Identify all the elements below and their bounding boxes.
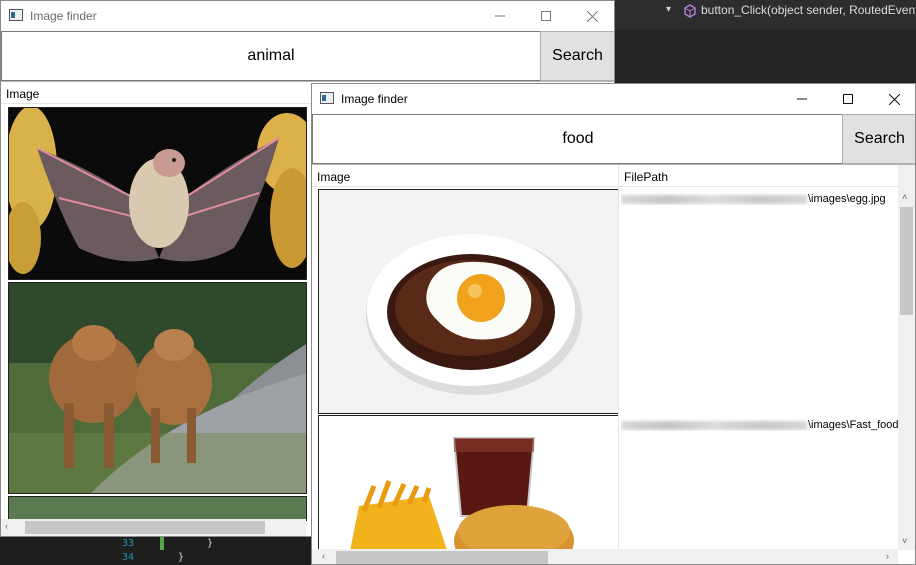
ide-code-gutter: 33 34 } }: [0, 537, 312, 565]
minimize-icon: [797, 98, 807, 100]
maximize-icon: [541, 11, 551, 21]
search-button[interactable]: Search: [842, 114, 915, 164]
minimize-icon: [495, 15, 505, 17]
scroll-up-icon[interactable]: ˄: [902, 192, 907, 202]
maximize-icon: [843, 94, 853, 104]
method-icon: [684, 4, 696, 18]
close-icon: [586, 10, 598, 22]
minimize-button[interactable]: [477, 1, 523, 31]
search-input[interactable]: animal: [1, 31, 541, 81]
vertical-scrollbar[interactable]: ˄ ˅: [898, 165, 915, 550]
search-bar: food Search: [312, 114, 915, 164]
scrollbar-thumb[interactable]: [25, 521, 265, 534]
filepath-cell[interactable]: \images\Fast_food: [621, 419, 900, 431]
search-input[interactable]: food: [312, 114, 844, 164]
window-app-icon: [320, 92, 334, 104]
window-title: Image finder: [341, 92, 408, 106]
column-header-image[interactable]: Image: [312, 165, 618, 187]
method-selector[interactable]: button_Click(object sender, RoutedEventA: [701, 3, 916, 17]
image-finder-window-food[interactable]: Image finder food Search Image FilePath: [311, 83, 916, 565]
scrollbar-thumb[interactable]: [900, 207, 913, 315]
scroll-left-icon[interactable]: ‹: [322, 551, 325, 561]
cows-photo: [9, 283, 306, 493]
search-button[interactable]: Search: [540, 31, 614, 81]
result-image-egg[interactable]: [318, 189, 619, 414]
maximize-button[interactable]: [523, 1, 569, 31]
title-bar[interactable]: Image finder: [312, 84, 915, 114]
scrollbar-thumb[interactable]: [336, 551, 548, 564]
ide-editor-area: [614, 30, 916, 82]
scroll-left-icon[interactable]: ‹: [5, 521, 8, 531]
code-line: }: [207, 538, 214, 549]
result-image-partial[interactable]: [8, 496, 307, 521]
close-button[interactable]: [871, 84, 915, 114]
horizontal-scrollbar[interactable]: ‹ ›: [312, 549, 898, 564]
code-line: }: [178, 552, 185, 563]
ide-navigation-bar: ▾ button_Click(object sender, RoutedEven…: [614, 0, 916, 30]
title-bar[interactable]: Image finder: [1, 1, 614, 31]
scroll-right-icon[interactable]: ›: [886, 551, 889, 561]
dropdown-arrow-icon[interactable]: ▾: [666, 4, 671, 15]
redacted-path-prefix: [621, 420, 807, 430]
window-app-icon: [9, 9, 23, 21]
close-icon: [888, 93, 900, 105]
bat-photo: [9, 108, 306, 279]
maximize-button[interactable]: [825, 84, 871, 114]
close-button[interactable]: [569, 1, 614, 31]
result-image-fast-food[interactable]: [318, 415, 619, 555]
filepath-text: \images\egg.jpg: [808, 193, 886, 205]
column-divider: [618, 165, 619, 550]
change-marker: [160, 537, 164, 550]
results-grid[interactable]: Image FilePath \images\egg.jpg \images\F…: [312, 164, 915, 564]
redacted-path-prefix: [621, 194, 807, 204]
egg-photo: [319, 190, 618, 413]
search-bar: animal Search: [1, 31, 614, 81]
column-header-filepath[interactable]: FilePath: [618, 165, 898, 187]
line-number: 34: [122, 552, 135, 563]
horizontal-scrollbar[interactable]: ‹: [1, 519, 306, 536]
minimize-button[interactable]: [779, 84, 825, 114]
fast-food-photo: [319, 416, 618, 554]
filepath-text: \images\Fast_food: [808, 419, 899, 431]
window-title: Image finder: [30, 9, 97, 23]
filepath-cell[interactable]: \images\egg.jpg: [621, 193, 900, 205]
result-image-bat[interactable]: [8, 107, 307, 280]
scroll-down-icon[interactable]: ˅: [902, 536, 907, 546]
result-image-cows[interactable]: [8, 282, 307, 494]
line-number: 33: [122, 538, 135, 549]
